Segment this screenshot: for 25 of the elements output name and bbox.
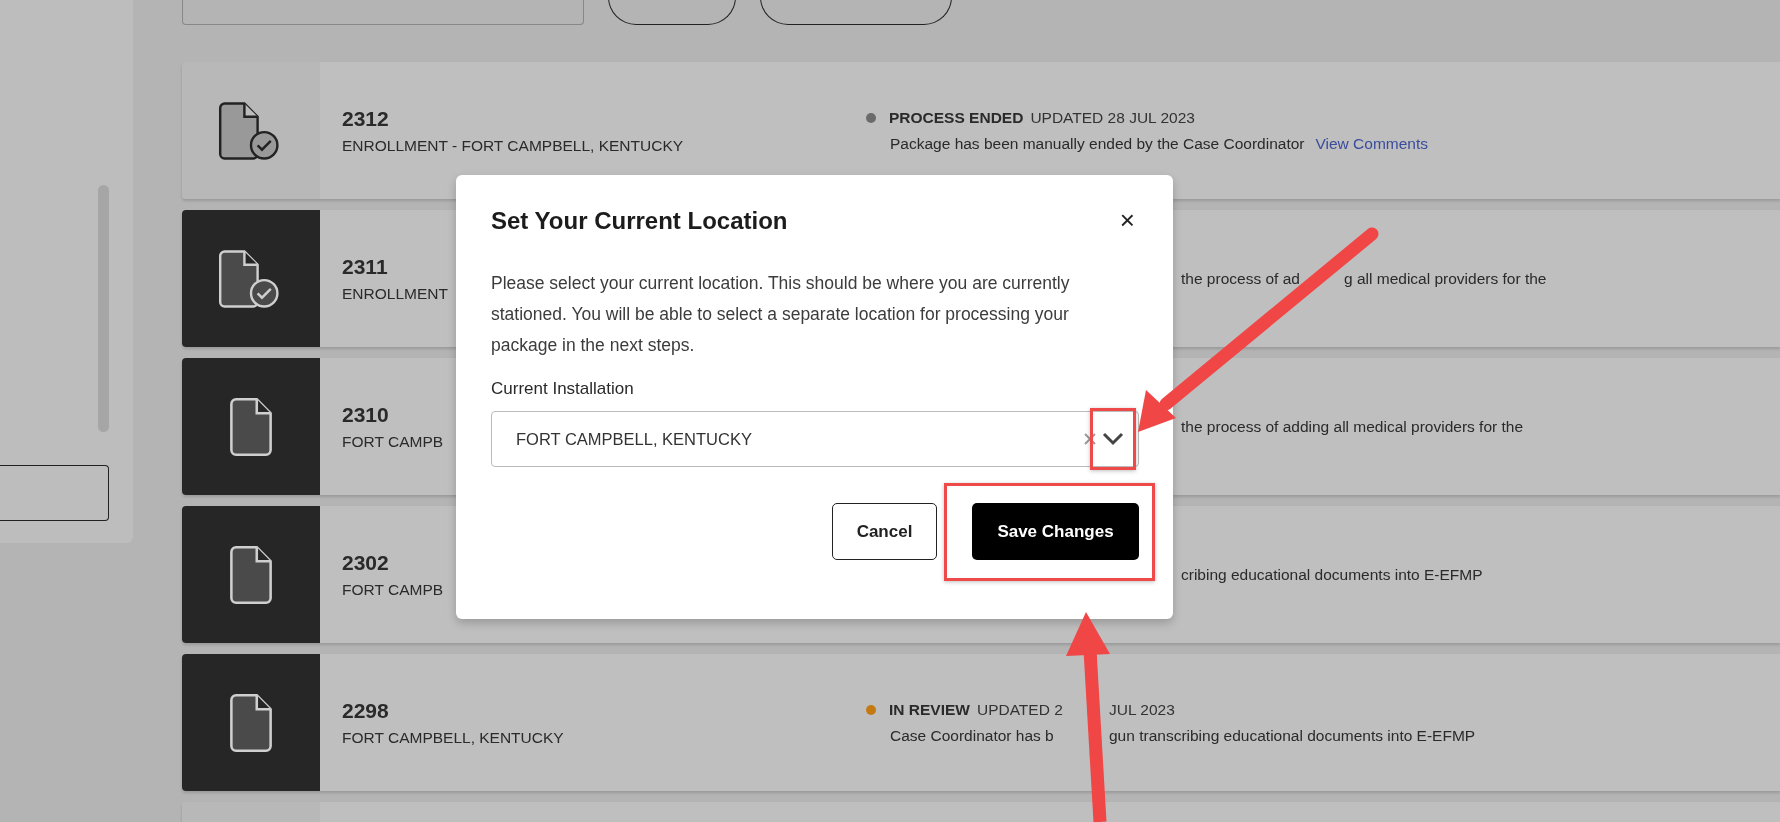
package-location: ENROLLMENT - FORT CAMPBELL, KENTUCKY: [342, 136, 684, 155]
package-number: 2311: [342, 254, 388, 279]
package-location: FORT CAMPBELL, KENTUCKY: [342, 728, 564, 747]
updated-date: UPDATED 2: [976, 700, 1063, 719]
status-label: PROCESS ENDED: [889, 108, 1024, 127]
package-location: ENROLLMENT: [342, 284, 448, 303]
package-location: FORT CAMPB: [342, 580, 444, 599]
status-description: Case Coordinator has b: [890, 726, 1055, 745]
status-description: the process of adding all medical providers for the: [1181, 417, 1524, 436]
updated-date: UPDATED 28 JUL 2023: [1030, 108, 1195, 127]
status-description: gun transcribing educational documents into E-EFMP: [1109, 726, 1476, 745]
package-number: 2302: [342, 550, 389, 575]
dialog-title: Set Your Current Location: [491, 206, 788, 235]
package-number: 2312: [342, 106, 389, 131]
package-number: 2310: [342, 402, 389, 427]
updated-date: JUL 2023: [1109, 700, 1175, 719]
package-number: 2298: [342, 698, 389, 723]
field-label: Current Installation: [491, 379, 635, 399]
status-label: IN REVIEW: [889, 700, 970, 719]
status-description: g all medical providers for the: [1344, 269, 1547, 288]
status-description: cribing educational documents into E-EFMP: [1181, 565, 1483, 584]
dialog-message: Please select your current location. This should be where you are currently stationed. You will be able to select a separate location for processing your package in the next steps.: [491, 272, 1071, 357]
status-description: the process of ad: [1181, 269, 1301, 288]
package-location: FORT CAMPB: [342, 432, 444, 451]
status-description: Package has been manually ended by the Case Coordinator: [890, 134, 1305, 153]
